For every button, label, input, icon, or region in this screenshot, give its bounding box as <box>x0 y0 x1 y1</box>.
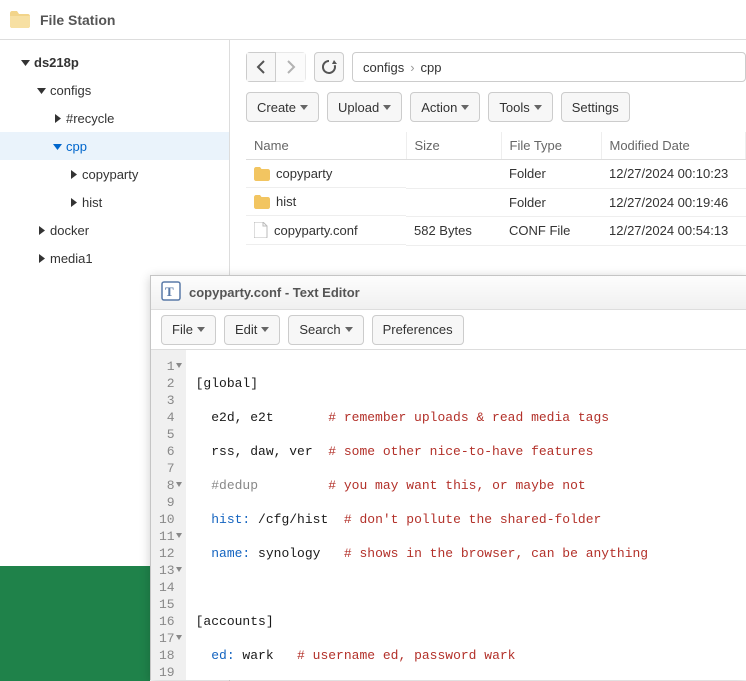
file-name: hist <box>276 194 296 209</box>
file-modified: 12/27/2024 00:10:23 <box>601 160 746 189</box>
file-type: Folder <box>501 188 601 216</box>
forward-button[interactable] <box>276 52 306 82</box>
table-row[interactable]: copyparty.conf 582 Bytes CONF File 12/27… <box>246 216 746 245</box>
breadcrumb[interactable]: configs › cpp <box>352 52 746 82</box>
file-table: Name Size File Type Modified Date copypa… <box>246 132 746 246</box>
menu-label: Search <box>299 322 340 337</box>
button-label: Upload <box>338 100 379 115</box>
code-editor[interactable]: 1 2 3 4 5 6 7 8 9 10 11 12 13 14 15 16 1… <box>151 350 746 680</box>
tree-node-label: media1 <box>50 251 93 266</box>
reload-icon <box>321 59 337 75</box>
file-menu[interactable]: File <box>161 315 216 345</box>
tree-node-media1[interactable]: media1 <box>0 244 229 272</box>
tree-node-copyparty[interactable]: copyparty <box>0 160 229 188</box>
file-size <box>406 188 501 216</box>
reload-button[interactable] <box>314 52 344 82</box>
line-gutter: 1 2 3 4 5 6 7 8 9 10 11 12 13 14 15 16 1… <box>151 350 186 680</box>
app-title: File Station <box>40 12 115 28</box>
tree-node-label: cpp <box>66 139 87 154</box>
tree-node-recycle[interactable]: #recycle <box>0 104 229 132</box>
file-size <box>406 160 501 189</box>
history-nav <box>246 52 306 82</box>
file-type: CONF File <box>501 216 601 245</box>
file-modified: 12/27/2024 00:54:13 <box>601 216 746 245</box>
tree-node-label: copyparty <box>82 167 138 182</box>
file-name: copyparty <box>276 166 332 181</box>
tree-node-label: configs <box>50 83 91 98</box>
tree-node-label: docker <box>50 223 89 238</box>
tree-root[interactable]: ds218p <box>0 48 229 76</box>
caret-down-icon <box>383 105 391 110</box>
tree-node-label: hist <box>82 195 102 210</box>
chevron-left-icon <box>256 60 266 74</box>
col-size[interactable]: Size <box>406 132 501 160</box>
chevron-down-icon <box>36 85 46 95</box>
col-type[interactable]: File Type <box>501 132 601 160</box>
settings-button[interactable]: Settings <box>561 92 630 122</box>
folder-icon <box>254 167 270 181</box>
create-button[interactable]: Create <box>246 92 319 122</box>
search-menu[interactable]: Search <box>288 315 363 345</box>
tools-button[interactable]: Tools <box>488 92 552 122</box>
menu-label: Edit <box>235 322 257 337</box>
tree-node-cpp[interactable]: cpp <box>0 132 229 160</box>
chevron-right-icon <box>286 60 296 74</box>
caret-down-icon <box>300 105 308 110</box>
col-modified[interactable]: Modified Date <box>601 132 746 160</box>
chevron-down-icon <box>20 57 30 67</box>
tree-node-hist[interactable]: hist <box>0 188 229 216</box>
file-size: 582 Bytes <box>406 216 501 245</box>
file-icon <box>254 222 268 238</box>
edit-menu[interactable]: Edit <box>224 315 280 345</box>
chevron-right-icon <box>68 197 78 207</box>
table-row[interactable]: hist Folder 12/27/2024 00:19:46 <box>246 188 746 216</box>
upload-button[interactable]: Upload <box>327 92 402 122</box>
table-row[interactable]: copyparty Folder 12/27/2024 00:10:23 <box>246 160 746 189</box>
file-type: Folder <box>501 160 601 189</box>
caret-down-icon <box>197 327 205 332</box>
button-label: Tools <box>499 100 529 115</box>
button-label: Settings <box>572 100 619 115</box>
menu-label: Preferences <box>383 322 453 337</box>
tree-node-configs[interactable]: configs <box>0 76 229 104</box>
chevron-right-icon <box>52 113 62 123</box>
button-label: Action <box>421 100 457 115</box>
app-title-bar: File Station <box>0 0 746 40</box>
chevron-right-icon: › <box>410 60 414 75</box>
chevron-right-icon <box>36 225 46 235</box>
action-button[interactable]: Action <box>410 92 480 122</box>
breadcrumb-item[interactable]: cpp <box>421 60 442 75</box>
folder-icon <box>8 8 32 32</box>
editor-title: copyparty.conf - Text Editor <box>189 285 360 300</box>
caret-down-icon <box>461 105 469 110</box>
caret-down-icon <box>345 327 353 332</box>
folder-icon <box>254 195 270 209</box>
tree-node-label: #recycle <box>66 111 114 126</box>
file-name: copyparty.conf <box>274 223 358 238</box>
editor-title-bar[interactable]: T copyparty.conf - Text Editor <box>151 276 746 310</box>
chevron-right-icon <box>36 253 46 263</box>
svg-text:T: T <box>165 284 174 299</box>
col-name[interactable]: Name <box>246 132 406 160</box>
chevron-down-icon <box>52 141 62 151</box>
button-label: Create <box>257 100 296 115</box>
tree-root-label: ds218p <box>34 55 79 70</box>
menu-label: File <box>172 322 193 337</box>
back-button[interactable] <box>246 52 276 82</box>
breadcrumb-item[interactable]: configs <box>363 60 404 75</box>
file-modified: 12/27/2024 00:19:46 <box>601 188 746 216</box>
caret-down-icon <box>534 105 542 110</box>
background-panel <box>0 566 150 681</box>
text-editor-window: T copyparty.conf - Text Editor File Edit… <box>150 275 746 680</box>
tree-node-docker[interactable]: docker <box>0 216 229 244</box>
caret-down-icon <box>261 327 269 332</box>
chevron-right-icon <box>68 169 78 179</box>
text-editor-icon: T <box>161 281 181 304</box>
code-content[interactable]: [global] e2d, e2t # remember uploads & r… <box>186 350 674 680</box>
preferences-button[interactable]: Preferences <box>372 315 464 345</box>
